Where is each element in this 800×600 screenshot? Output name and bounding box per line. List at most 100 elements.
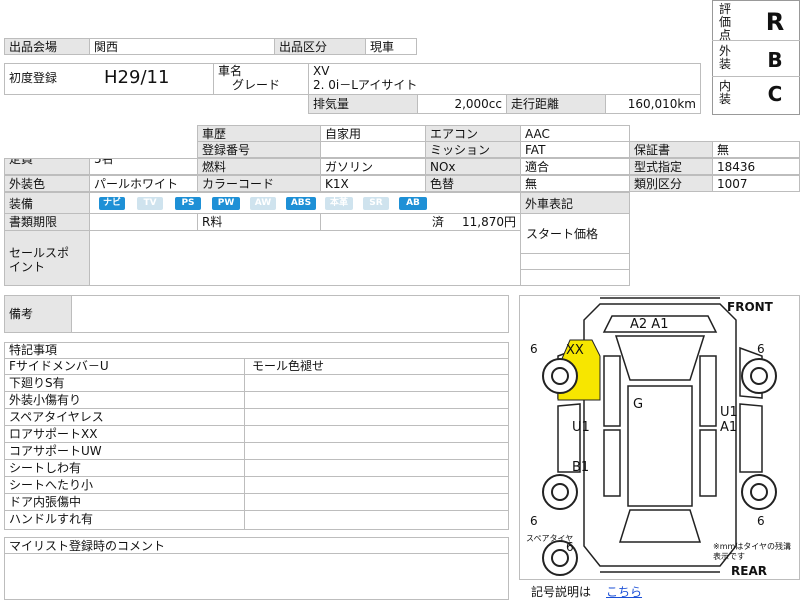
fuel-label: 燃料 (197, 158, 321, 175)
auction-site-label: 出品会場 (4, 38, 90, 55)
capacity-value: 5名 (89, 158, 198, 175)
grade-label: グレード (232, 78, 281, 92)
import-label: 外車表記 (520, 192, 630, 214)
equip-badge: ナビ (99, 197, 125, 210)
recycle-label: R料 (197, 213, 321, 231)
equip-badge: AB (399, 197, 427, 210)
car-name-label: 車名 (218, 64, 243, 78)
tire-front-right-hub (750, 367, 768, 385)
docs-label: 書類期限 (4, 213, 90, 231)
ac-label: エアコン (425, 125, 521, 142)
start-price-label: スタート価格 (526, 227, 599, 241)
note-item: 下廻りS有 (9, 376, 65, 390)
tire-rear-left-hub (551, 483, 569, 501)
left-rear-mark: B1 (572, 460, 590, 475)
tire-fr-depth: 6 (757, 342, 765, 356)
table-row: Fサイドメンバ－U モール色褪せ (4, 358, 509, 375)
note-item: シートへたり小 (9, 478, 94, 492)
table-row: ロアサポートXX (4, 426, 509, 443)
table-row: コアサポートUW (4, 443, 509, 460)
history-value: 自家用 (320, 125, 426, 142)
note-item: モール色褪せ (252, 359, 325, 373)
tire-spare-depth: 6 (566, 540, 574, 554)
color-value: パールホワイト (89, 175, 198, 192)
overall-grade-label: 評価点 (718, 2, 731, 42)
listing-type-value: 現車 (365, 38, 417, 55)
mileage-label: 走行距離 (506, 94, 606, 114)
listing-type-label: 出品区分 (274, 38, 366, 55)
tire-fl-depth: 6 (530, 342, 538, 356)
repaint-value: 無 (520, 175, 630, 192)
tire-front-left-hub (551, 367, 569, 385)
note-item: コアサポートUW (9, 444, 102, 458)
color-label: 外装色 (4, 175, 90, 192)
equip-badge: PS (175, 197, 201, 210)
model-cert-value: 18436 (712, 158, 800, 175)
fender-mark: XX (566, 343, 584, 358)
note-item: Fサイドメンバ－U (9, 359, 109, 373)
mission-value: FAT (520, 141, 630, 158)
table-row: 下廻りS有 (4, 375, 509, 392)
remarks-value[interactable] (71, 295, 509, 333)
start-price-box (520, 213, 630, 286)
recycle-status: 済 (432, 215, 445, 229)
roof-mark: G (633, 397, 644, 412)
legend-text: 記号説明は (531, 585, 592, 599)
nox-value: 適合 (520, 158, 630, 175)
tire-note: ※mmはタイヤの残溝表示です (713, 542, 792, 561)
model-cert-label: 型式指定 (629, 158, 713, 175)
car-body-outline (583, 303, 737, 567)
interior-grade-label: 内装 (718, 79, 731, 106)
mission-label: ミッション (425, 141, 521, 158)
start-price-divider (520, 269, 630, 270)
table-row: 外装小傷有り (4, 392, 509, 409)
equip-badge: PW (212, 197, 240, 210)
overall-grade-value: R (765, 8, 785, 36)
plate-value (320, 141, 426, 158)
first-reg-value: H29/11 (104, 67, 170, 88)
right-rear-door (699, 429, 717, 497)
equip-badge: AW (250, 197, 276, 210)
notes-title: 特記事項 (9, 343, 58, 357)
note-item: スペアタイヤレス (9, 410, 104, 424)
left-front-door (603, 355, 621, 427)
note-item: ドア内張傷中 (9, 495, 82, 509)
history-label: 車歴 (197, 125, 321, 142)
right-mark-1: U1 (720, 405, 738, 420)
left-rear-door (603, 429, 621, 497)
mylist-comment-label: マイリスト登録時のコメント (9, 539, 166, 553)
interior-grade-value: C (767, 82, 783, 106)
warranty-value: 無 (712, 141, 800, 158)
car-grade-value: 2. 0i－Lアイサイト (313, 78, 418, 92)
displacement-value: 2,000cc (417, 94, 507, 114)
tire-rr-depth: 6 (757, 514, 765, 528)
fuel-value: ガソリン (320, 158, 426, 175)
ac-value: AAC (520, 125, 630, 142)
car-name-value: XV (313, 64, 330, 78)
left-door-mark: U1 (572, 420, 590, 435)
start-price-divider (520, 253, 630, 270)
hood-marks: A2 A1 (630, 317, 669, 332)
windshield-outline (614, 335, 706, 381)
exterior-grade-value: B (767, 48, 783, 72)
capacity-label: 定員 (4, 158, 90, 175)
color-code-value: K1X (320, 175, 426, 192)
mileage-value: 160,010km (605, 94, 701, 114)
table-row: シートへたり小 (4, 477, 509, 494)
mylist-divider (4, 553, 509, 554)
table-row: ハンドルすれ有 (4, 511, 509, 528)
first-reg-label: 初度登録 (9, 71, 58, 85)
nox-label: NOx (425, 158, 521, 175)
equipment-label: 装備 (4, 192, 90, 214)
remarks-label: 備考 (4, 295, 72, 333)
right-side-panel (739, 403, 763, 473)
tire-rl-depth: 6 (530, 514, 538, 528)
plate-label: 登録番号 (197, 141, 321, 158)
grade-divider (712, 76, 800, 77)
docs-value (89, 213, 198, 231)
rear-window-outline (618, 509, 702, 543)
legend-link[interactable]: こちら (606, 583, 642, 600)
displacement-label: 排気量 (308, 94, 418, 114)
table-row: スペアタイヤレス (4, 409, 509, 426)
note-item: 外装小傷有り (9, 393, 82, 407)
